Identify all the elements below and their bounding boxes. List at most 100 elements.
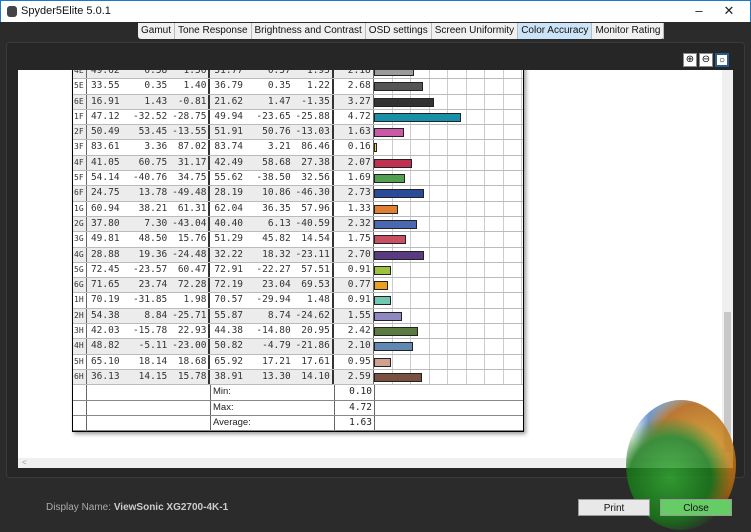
l-value: 47.12 — [90, 110, 120, 122]
close-window-button[interactable]: ✕ — [719, 3, 739, 19]
delta-e-bar-cell — [373, 79, 524, 94]
vertical-scrollbar[interactable] — [722, 70, 733, 458]
l-value: 54.38 — [90, 309, 120, 321]
tab-tone-response[interactable]: Tone Response — [175, 23, 252, 39]
l-value: 70.57 — [214, 294, 244, 306]
b-value: 57.96 — [301, 202, 330, 214]
delta-e-bar-cell — [373, 354, 524, 369]
b-value: 87.02 — [177, 141, 207, 153]
b-value: 32.56 — [301, 172, 330, 184]
table-row: 5H 65.10 18.14 18.68 65.92 17.21 17.61 0.95 — [73, 354, 524, 370]
b-value: 17.61 — [301, 355, 330, 367]
measured-lab: 72.19 23.04 69.53 — [210, 278, 334, 293]
a-value: 3.21 — [267, 141, 291, 153]
summary-row: Max: 4.72 — [73, 400, 523, 416]
measured-lab: 36.79 0.35 1.22 — [210, 79, 334, 94]
table-row: 5F 54.14 -40.76 34.75 55.62 -38.50 32.56 1.69 — [73, 171, 524, 187]
tab-brightness-and-contrast[interactable]: Brightness and Contrast — [252, 23, 366, 39]
delta-e-bar-cell — [373, 293, 524, 308]
print-button[interactable]: Print — [578, 499, 650, 516]
a-value: -22.27 — [256, 263, 291, 275]
table-row: 6F 24.75 13.78 -49.48 28.19 10.86 -46.30 2.73 — [73, 186, 524, 202]
l-value: 44.38 — [214, 325, 244, 337]
delta-e-bar — [373, 219, 417, 229]
scroll-thumb[interactable] — [724, 312, 731, 452]
b-value: 22.93 — [177, 325, 207, 337]
measured-lab: 40.40 6.13 -40.59 — [210, 216, 334, 232]
a-value: 50.76 — [262, 126, 291, 138]
l-value: 49.62 — [90, 70, 120, 76]
delta-e-bar-cell — [373, 186, 524, 201]
blank-cell — [87, 400, 211, 415]
reference-lab: 49.81 48.50 15.76 — [87, 232, 211, 247]
l-value: 83.74 — [214, 141, 244, 153]
patch-id: 6H — [73, 369, 87, 385]
a-value: 19.36 — [138, 248, 168, 260]
delta-e-bar — [373, 82, 424, 92]
delta-e-bar-cell — [373, 308, 524, 324]
table-row: 1H 70.19 -31.85 1.98 70.57 -29.94 1.48 0.91 — [73, 293, 524, 309]
b-value: -24.62 — [295, 309, 330, 321]
reference-lab: 49.62 0.58 1.56 — [87, 70, 211, 79]
table-row: 5G 72.45 -23.57 60.47 72.91 -22.27 57.51 0.91 — [73, 262, 524, 279]
horizontal-scrollbar[interactable]: < — [18, 458, 733, 468]
zoom-in-icon[interactable]: ⊕ — [683, 53, 697, 67]
table-row: 4G 28.88 19.36 -24.48 32.22 18.32 -23.11 2.70 — [73, 247, 524, 263]
reference-lab: 50.49 53.45 -13.55 — [87, 125, 211, 140]
l-value: 60.94 — [90, 202, 120, 214]
l-value: 41.05 — [90, 156, 120, 168]
close-button[interactable]: Close — [660, 499, 732, 516]
patch-id: 4H — [73, 339, 87, 354]
measured-lab: 51.91 50.76 -13.03 — [210, 125, 334, 140]
delta-e-bar-cell — [373, 201, 524, 216]
table-row: 6G 71.65 23.74 72.28 72.19 23.04 69.53 0.77 — [73, 278, 524, 294]
tab-screen-uniformity[interactable]: Screen Uniformity — [432, 23, 519, 39]
b-value: -25.88 — [295, 110, 330, 122]
tab-monitor-rating[interactable]: Monitor Rating — [592, 23, 665, 39]
patch-id: 3G — [73, 232, 87, 247]
b-value: -0.81 — [177, 95, 207, 107]
table-row: 5E 33.55 0.35 1.40 36.79 0.35 1.22 2.68 — [73, 79, 524, 95]
zoom-fit-icon[interactable]: ○ — [715, 53, 729, 67]
a-value: 0.57 — [267, 70, 291, 76]
patch-id: 2G — [73, 216, 87, 232]
b-value: 86.46 — [301, 141, 330, 153]
reference-lab: 47.12 -32.52 -28.75 — [87, 109, 211, 125]
patch-id: 4F — [73, 155, 87, 171]
delta-e-value: 2.70 — [334, 247, 374, 262]
delta-e-value: 0.91 — [334, 293, 374, 308]
table-row: 3G 49.81 48.50 15.76 51.29 45.82 14.54 1.75 — [73, 232, 524, 248]
l-value: 38.91 — [214, 370, 244, 382]
delta-e-bar-cell — [373, 262, 524, 278]
patch-id: 4G — [73, 247, 87, 262]
l-value: 42.03 — [90, 325, 120, 337]
delta-e-value: 0.95 — [334, 354, 374, 369]
l-value: 50.82 — [214, 340, 244, 352]
delta-e-bar — [373, 158, 412, 168]
delta-e-value: 2.59 — [334, 369, 374, 385]
delta-e-bar-cell — [373, 247, 524, 262]
a-value: 3.36 — [144, 141, 168, 153]
measured-lab: 28.19 10.86 -46.30 — [210, 186, 334, 201]
measured-lab: 32.22 18.32 -23.11 — [210, 247, 334, 262]
l-value: 49.81 — [90, 233, 120, 245]
b-value: 1.93 — [306, 70, 330, 76]
tab-gamut[interactable]: Gamut — [138, 23, 176, 39]
table-row: 6E 16.91 1.43 -0.81 21.62 1.47 -1.35 3.27 — [73, 94, 524, 110]
a-value: -4.79 — [262, 340, 291, 352]
delta-e-value: 2.68 — [334, 79, 374, 94]
patch-id: 3H — [73, 324, 87, 339]
l-value: 71.65 — [90, 279, 120, 291]
a-value: 48.50 — [138, 233, 168, 245]
table-row: 2H 54.38 8.84 -25.71 55.87 8.74 -24.62 1.55 — [73, 308, 524, 325]
l-value: 32.22 — [214, 248, 244, 260]
b-value: -21.86 — [295, 340, 330, 352]
zoom-out-icon[interactable]: ⊖ — [699, 53, 713, 67]
tab-color-accuracy[interactable]: Color Accuracy — [518, 23, 593, 39]
tab-osd-settings[interactable]: OSD settings — [366, 23, 432, 39]
a-value: 18.14 — [138, 355, 168, 367]
b-value: 60.47 — [177, 263, 207, 275]
l-value: 55.87 — [214, 309, 244, 321]
a-value: 13.30 — [262, 370, 291, 382]
minimize-button[interactable]: – — [689, 3, 709, 18]
